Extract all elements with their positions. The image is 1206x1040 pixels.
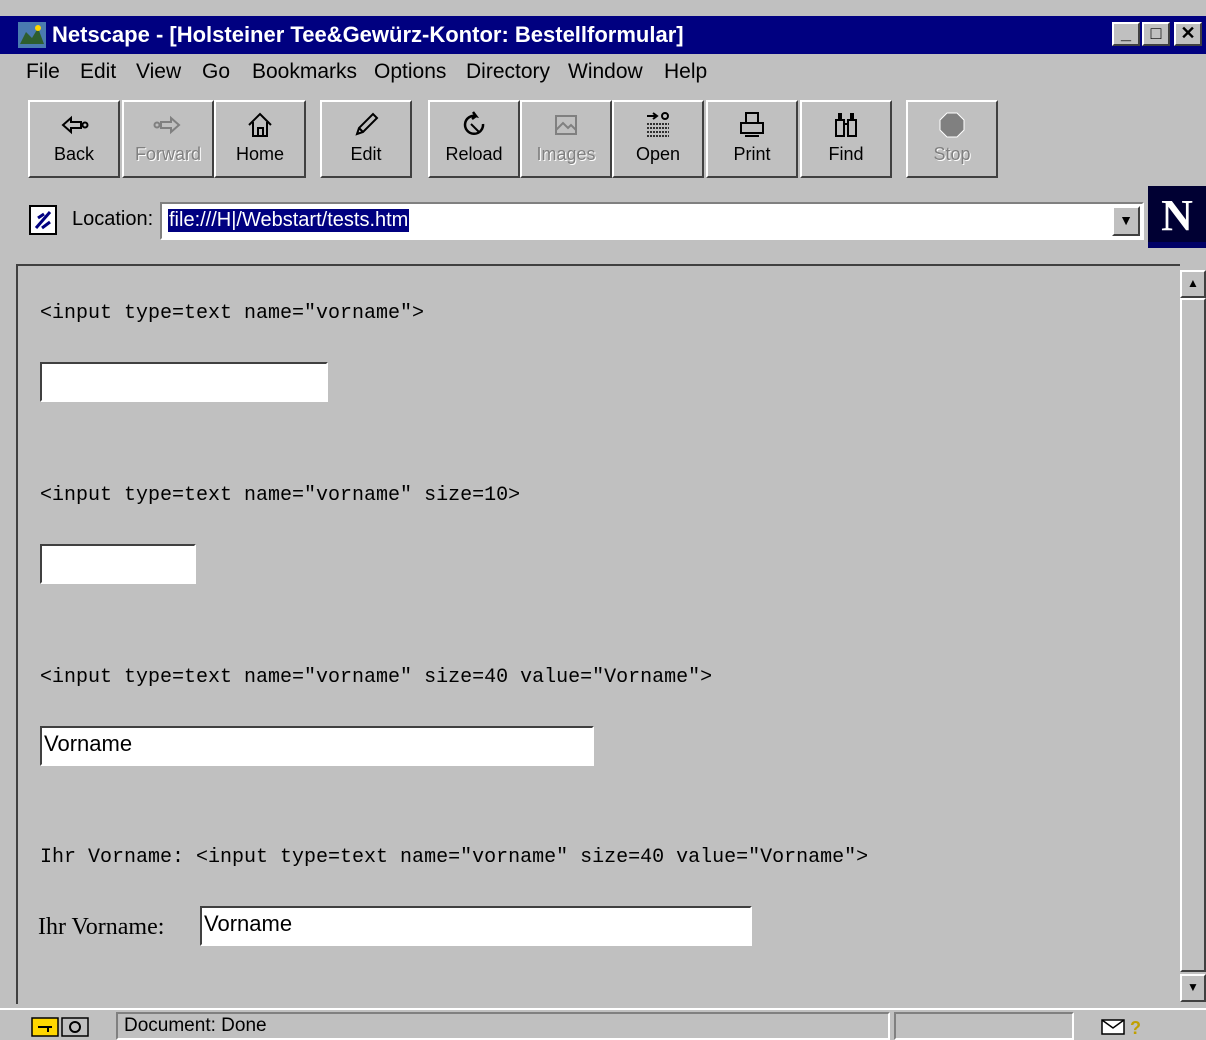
menu-go[interactable]: Go [202, 60, 230, 84]
code-line-4: Ihr Vorname: <input type=text name="vorn… [40, 846, 869, 869]
pencil-icon [355, 112, 379, 136]
vertical-scrollbar[interactable]: ▲ ▼ [1180, 266, 1206, 1002]
menu-window[interactable]: Window [568, 60, 643, 84]
reload-label: Reload [445, 144, 503, 164]
page-content: <input type=text name="vorname"> <input … [16, 264, 1180, 1004]
binoculars-icon [835, 113, 857, 137]
location-bar: Location: file:///H|/Webstart/tests.htm … [0, 186, 1206, 258]
netscape-logo[interactable]: N [1148, 186, 1206, 248]
window-title: Netscape - [Holsteiner Tee&Gewürz-Kontor… [52, 22, 684, 47]
reload-button[interactable]: Reload [428, 100, 520, 178]
images-button[interactable]: Images [520, 100, 612, 178]
find-label: Find [828, 144, 864, 164]
images-icon [555, 115, 577, 135]
minimize-button[interactable]: _ [1112, 22, 1140, 46]
toolbar: Back Forward Home Edit Reload Images Ope… [10, 96, 1200, 180]
menu-bookmarks[interactable]: Bookmarks [252, 60, 357, 84]
title-bar: Netscape - [Holsteiner Tee&Gewürz-Kontor… [0, 16, 1206, 54]
text-input-labeled[interactable]: Vorname [200, 906, 752, 946]
print-label: Print [733, 144, 771, 164]
text-input-default[interactable] [40, 362, 328, 402]
open-icon [647, 112, 669, 137]
code-line-2: <input type=text name="vorname" size=10> [40, 484, 521, 507]
stop-icon [939, 112, 965, 138]
scroll-thumb[interactable] [1180, 298, 1206, 972]
menu-bar: File Edit View Go Bookmarks Options Dire… [0, 54, 1206, 90]
edit-label: Edit [350, 144, 382, 164]
mail-icon[interactable]: ? [1100, 1016, 1146, 1038]
location-url[interactable]: file:///H|/Webstart/tests.htm [168, 209, 410, 232]
back-arrow-icon [61, 115, 89, 135]
stop-label: Stop [933, 144, 971, 164]
netscape-app-icon[interactable] [18, 22, 46, 48]
text-input-size40[interactable]: Vorname [40, 726, 594, 766]
menu-view[interactable]: View [136, 60, 181, 84]
location-input[interactable]: file:///H|/Webstart/tests.htm ▼ [160, 202, 1144, 240]
forward-button[interactable]: Forward [122, 100, 214, 178]
home-label: Home [235, 144, 284, 164]
status-bar: Document: Done ? [0, 1008, 1206, 1040]
code-line-3: <input type=text name="vorname" size=40 … [40, 666, 713, 689]
print-button[interactable]: Print [706, 100, 798, 178]
location-label: Location: [72, 208, 154, 230]
stop-button[interactable]: Stop [906, 100, 998, 178]
progress-indicator [894, 1012, 1074, 1040]
edit-button[interactable]: Edit [320, 100, 412, 178]
vorname-label: Ihr Vorname: [38, 914, 165, 940]
find-button[interactable]: Find [800, 100, 892, 178]
reload-icon [463, 111, 485, 136]
code-line-1: <input type=text name="vorname"> [40, 302, 425, 325]
scroll-down-button[interactable]: ▼ [1180, 974, 1206, 1002]
forward-label: Forward [134, 144, 201, 164]
bookmark-link-icon[interactable] [28, 204, 58, 236]
open-button[interactable]: Open [612, 100, 704, 178]
menu-edit[interactable]: Edit [80, 60, 116, 84]
open-label: Open [635, 144, 681, 164]
menu-directory[interactable]: Directory [466, 60, 550, 84]
menu-help[interactable]: Help [664, 60, 707, 84]
images-label: Images [536, 144, 596, 164]
text-input-size10[interactable] [40, 544, 196, 584]
back-button[interactable]: Back [28, 100, 120, 178]
close-button[interactable]: ✕ [1174, 22, 1202, 46]
scroll-up-button[interactable]: ▲ [1180, 270, 1206, 298]
svg-text:?: ? [1130, 1018, 1141, 1038]
home-button[interactable]: Home [214, 100, 306, 178]
location-dropdown-button[interactable]: ▼ [1112, 206, 1140, 236]
printer-icon [740, 112, 764, 137]
maximize-button[interactable]: □ [1142, 22, 1170, 46]
menu-file[interactable]: File [26, 60, 60, 84]
back-label: Back [53, 144, 95, 164]
home-icon [248, 112, 272, 137]
forward-arrow-icon [153, 115, 181, 135]
status-message: Document: Done [116, 1012, 890, 1040]
menu-options[interactable]: Options [374, 60, 446, 84]
security-key-icon[interactable] [30, 1016, 92, 1038]
